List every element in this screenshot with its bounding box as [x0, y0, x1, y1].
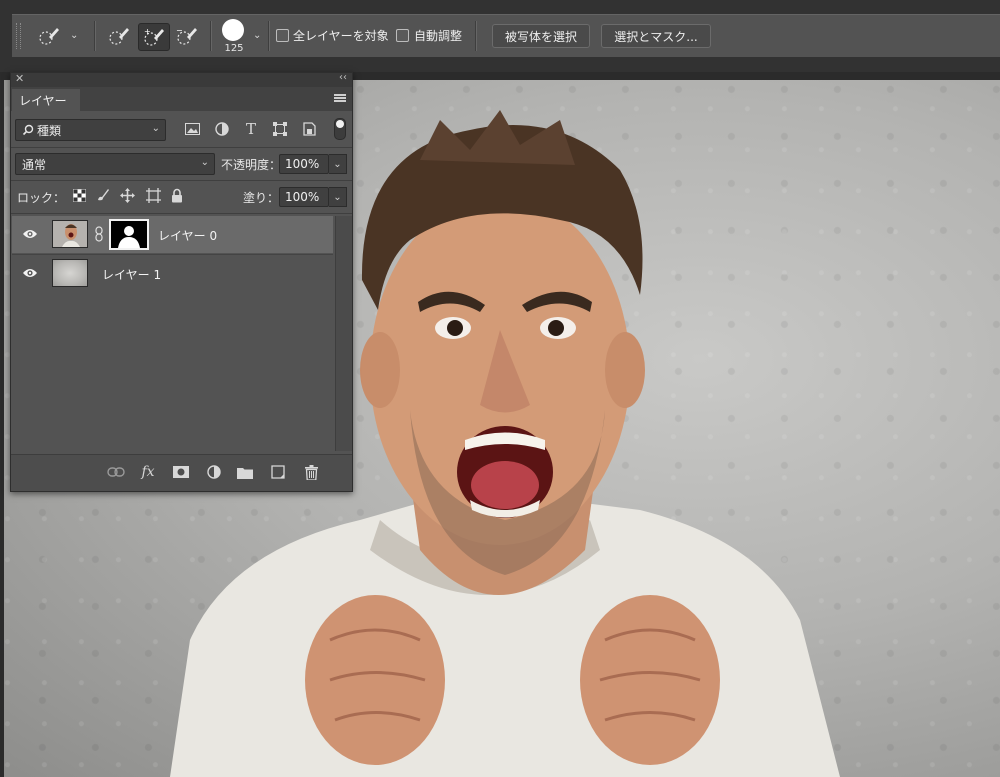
brush-preset-icon[interactable]	[34, 23, 64, 49]
lock-image-icon[interactable]	[95, 187, 111, 203]
panel-tabs: レイヤー	[11, 87, 352, 111]
lock-position-icon[interactable]	[119, 187, 135, 203]
shape-filter-icon[interactable]	[271, 120, 289, 138]
options-bar-grip[interactable]	[16, 23, 21, 49]
fill-chevron-icon[interactable]: ⌄	[329, 187, 347, 207]
subtract-from-selection-icon[interactable]: −	[172, 23, 202, 49]
svg-text:+: +	[144, 27, 151, 36]
group-folder-icon[interactable]	[236, 463, 254, 481]
layer-thumbnail	[52, 220, 88, 248]
blend-mode-dropdown[interactable]: 通常 ⌄	[15, 153, 215, 175]
collapse-icon[interactable]: ‹‹	[339, 72, 347, 83]
panel-footer: fx	[11, 454, 352, 491]
add-to-selection-icon[interactable]: +	[138, 23, 170, 51]
mask-link-icon[interactable]	[95, 226, 103, 242]
fill-label: 塗り：	[243, 191, 280, 205]
tab-layers[interactable]: レイヤー	[12, 89, 80, 111]
new-layer-icon[interactable]	[269, 463, 287, 481]
layer-row-layer-0[interactable]: レイヤー 0	[12, 216, 333, 253]
options-bar-inner: ⌄ + − 125 ⌄ 全レイヤーを対象 自動調整 被写体を選択 選択とマスク.…	[12, 14, 1000, 57]
lock-artboard-icon[interactable]	[145, 187, 161, 203]
layer-name: レイヤー 1	[102, 268, 162, 282]
svg-text:−: −	[176, 26, 183, 35]
layers-scrollbar[interactable]	[335, 216, 352, 451]
lock-all-icon[interactable]	[169, 187, 185, 203]
workspace-edge	[0, 80, 4, 777]
sample-all-layers-checkbox[interactable]	[276, 29, 289, 42]
options-separator	[268, 21, 270, 51]
fill-input[interactable]: 100%	[279, 187, 329, 207]
adjustment-filter-icon[interactable]	[213, 120, 231, 138]
search-icon	[22, 124, 34, 136]
options-separator	[210, 21, 212, 51]
close-icon[interactable]: ✕	[15, 72, 24, 85]
options-bar: ⌄ + − 125 ⌄ 全レイヤーを対象 自動調整 被写体を選択 選択とマスク.…	[0, 0, 1000, 72]
brush-size-value: 125	[224, 43, 244, 54]
brush-size-chevron-icon[interactable]: ⌄	[253, 30, 261, 41]
sample-all-layers-label: 全レイヤーを対象	[293, 29, 389, 43]
select-subject-button[interactable]: 被写体を選択	[492, 24, 590, 48]
lock-transparent-icon[interactable]	[71, 187, 87, 203]
brush-size-preview[interactable]	[222, 19, 244, 41]
layer-thumbnail	[52, 259, 88, 287]
smart-object-filter-icon[interactable]	[300, 120, 318, 138]
opacity-input[interactable]: 100%	[279, 154, 329, 174]
blend-mode-value: 通常	[22, 157, 47, 172]
panel-header: ✕ ‹‹	[11, 72, 352, 87]
new-selection-icon[interactable]	[104, 23, 134, 49]
fx-icon[interactable]: fx	[139, 463, 157, 481]
filter-toggle-switch[interactable]	[334, 118, 346, 140]
auto-enhance-checkbox[interactable]	[396, 29, 409, 42]
trash-icon[interactable]	[302, 463, 320, 481]
options-separator	[475, 21, 477, 51]
panel-menu-icon[interactable]	[334, 94, 346, 102]
pixel-layer-filter-icon[interactable]	[183, 120, 201, 138]
auto-enhance-label: 自動調整	[414, 29, 463, 43]
adjustment-layer-icon[interactable]	[205, 463, 223, 481]
opacity-chevron-icon[interactable]: ⌄	[329, 154, 347, 174]
panel-divider	[11, 180, 352, 181]
link-layers-icon[interactable]	[107, 463, 125, 481]
options-separator	[94, 21, 96, 51]
chevron-down-icon: ⌄	[200, 157, 209, 168]
lock-label: ロック：	[17, 191, 66, 205]
select-and-mask-button[interactable]: 選択とマスク...	[601, 24, 711, 48]
panel-divider	[11, 213, 352, 214]
layer-filter-dropdown[interactable]: 種類 ⌄	[15, 119, 166, 141]
layer-row-layer-1[interactable]: レイヤー 1	[12, 254, 333, 292]
panel-divider	[11, 147, 352, 148]
add-mask-icon[interactable]	[172, 463, 190, 481]
visibility-eye-icon[interactable]	[22, 228, 38, 240]
opacity-label: 不透明度：	[221, 158, 282, 172]
layer-mask-thumbnail[interactable]	[109, 219, 149, 250]
layer-name: レイヤー 0	[158, 229, 218, 243]
brush-preset-chevron-icon[interactable]: ⌄	[70, 30, 78, 41]
layers-panel: ✕ ‹‹ レイヤー 種類 ⌄ T 通常 ⌄ 不透明度： 100% ⌄ ロック： …	[10, 72, 353, 492]
visibility-eye-icon[interactable]	[22, 267, 38, 279]
chevron-down-icon: ⌄	[151, 123, 160, 134]
type-filter-icon[interactable]: T	[242, 120, 260, 138]
filter-kind-label: 種類	[37, 123, 62, 138]
